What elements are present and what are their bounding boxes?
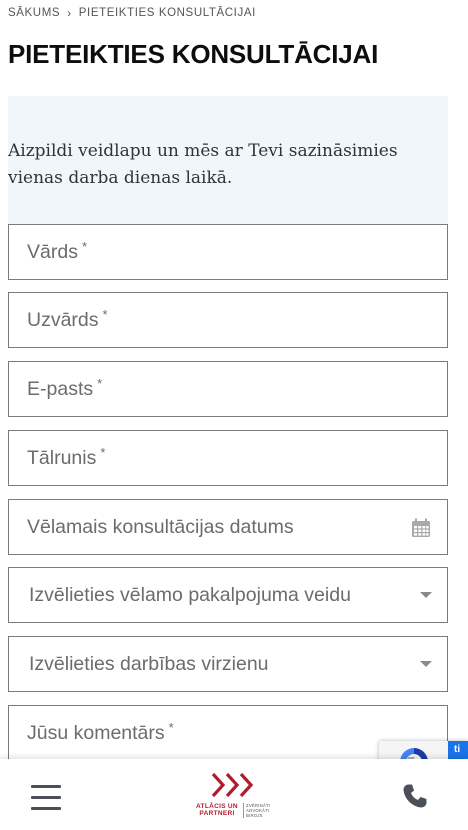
logo-brand-name: ATLĀCIS UN PARTNERI: [193, 803, 241, 817]
comment-placeholder: Jūsu komentārs: [27, 721, 165, 744]
last-name-placeholder: Uzvārds: [27, 308, 99, 331]
logo-brand-line-1: ATLĀCIS UN: [196, 803, 238, 810]
consultation-date-field[interactable]: Vēlamais konsultācijas datums: [8, 499, 448, 555]
first-name-placeholder: Vārds: [27, 240, 78, 263]
logo-divider: [243, 803, 244, 818]
breadcrumb-current: PIETEIKTIES KONSULTĀCIJAI: [78, 7, 256, 19]
calendar-icon[interactable]: [411, 518, 431, 538]
required-mark: *: [100, 444, 106, 460]
phone-icon[interactable]: [402, 783, 428, 809]
last-name-field[interactable]: Uzvārds *: [8, 292, 448, 348]
chevron-down-icon: [420, 661, 432, 667]
page-title: PIETEIKTIES KONSULTĀCIJAI: [8, 39, 379, 69]
breadcrumb: SĀKUMS › PIETEIKTIES KONSULTĀCIJAI: [8, 6, 256, 20]
service-type-select[interactable]: Izvēlieties vēlamo pakalpojuma veidu: [8, 567, 448, 623]
logo-chevrons-icon: [211, 772, 254, 798]
required-mark: *: [168, 719, 174, 735]
breadcrumb-home-link[interactable]: SĀKUMS: [8, 7, 60, 19]
email-placeholder: E-pasts: [27, 377, 94, 400]
required-mark: *: [97, 375, 103, 391]
required-mark: *: [81, 238, 88, 254]
consultation-date-placeholder: Vēlamais konsultācijas datums: [27, 515, 294, 538]
required-mark: *: [102, 306, 108, 322]
hamburger-menu-icon[interactable]: [31, 784, 63, 810]
logo-subtitle: ZVĒRINĀTI ADVOKĀTI BIROJS: [246, 803, 276, 818]
intro-box: Aizpildi veidlapu un mēs ar Tevi sazinās…: [8, 96, 448, 224]
email-field[interactable]: E-pasts *: [8, 361, 448, 417]
bottom-navigation-bar: ATLĀCIS UN PARTNERI ZVĒRINĀTI ADVOKĀTI B…: [0, 759, 468, 830]
company-logo[interactable]: ATLĀCIS UN PARTNERI ZVĒRINĀTI ADVOKĀTI B…: [193, 772, 275, 818]
recaptcha-tab-text: ti: [454, 744, 461, 755]
service-type-selected: Izvēlieties vēlamo pakalpojuma veidu: [29, 583, 351, 606]
field-of-activity-select[interactable]: Izvēlieties darbības virzienu: [8, 636, 448, 692]
logo-brand-line-2: PARTNERI: [199, 810, 235, 817]
logo-subtitle-line-3: BIROJS: [246, 813, 263, 818]
first-name-field[interactable]: Vārds *: [8, 224, 448, 280]
field-of-activity-selected: Izvēlieties darbības virzienu: [29, 652, 269, 675]
phone-placeholder: Tālrunis: [27, 446, 97, 469]
breadcrumb-separator: ›: [67, 6, 72, 20]
chevron-down-icon: [420, 592, 432, 598]
phone-field[interactable]: Tālrunis *: [8, 430, 448, 486]
intro-text: Aizpildi veidlapu un mēs ar Tevi sazinās…: [8, 141, 398, 188]
